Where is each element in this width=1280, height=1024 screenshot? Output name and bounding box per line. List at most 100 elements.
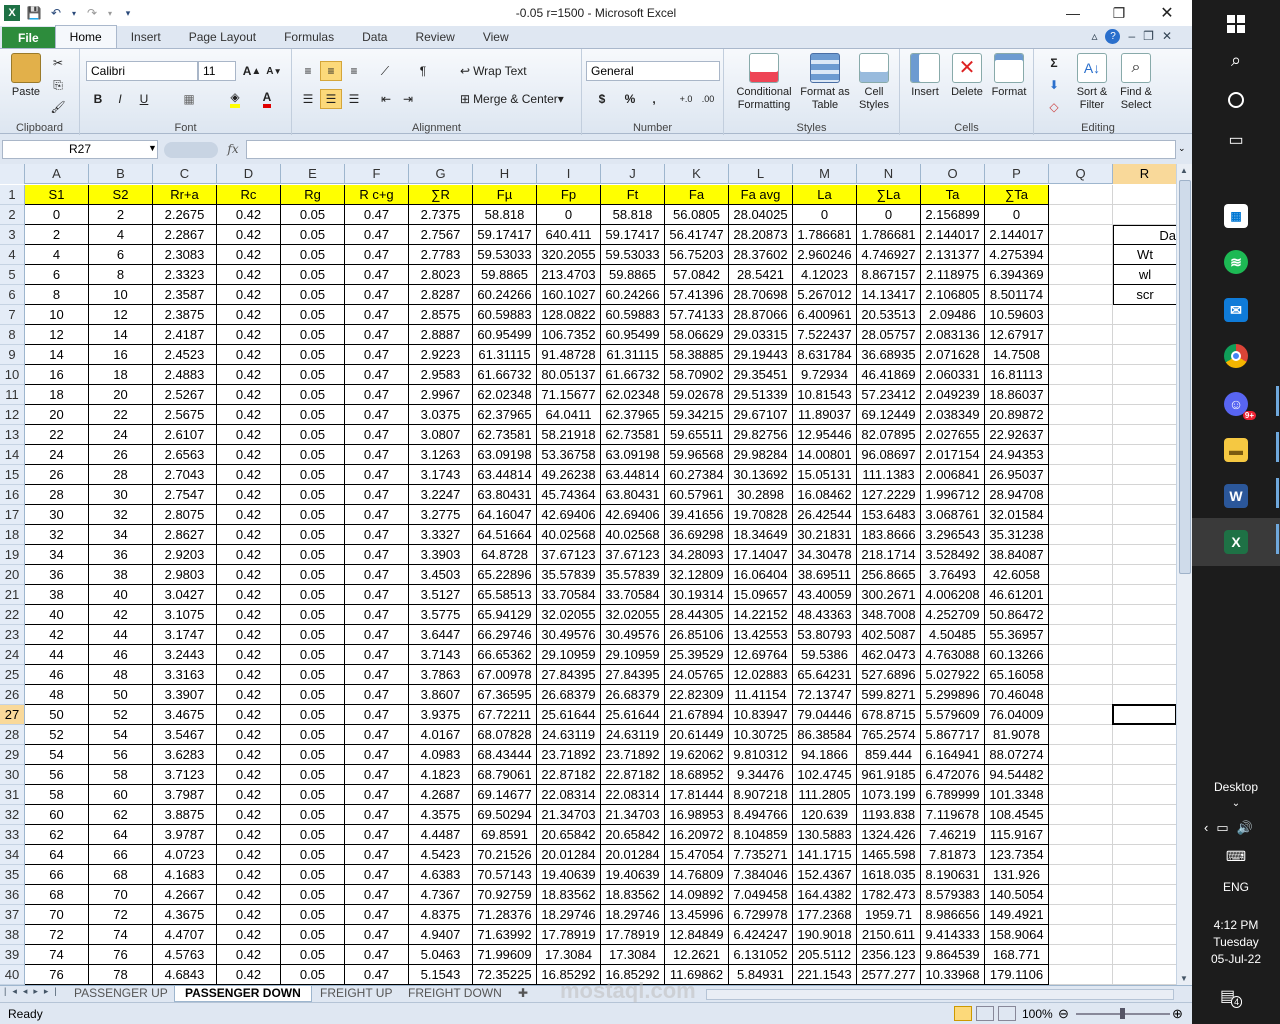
cell-i19[interactable]: 37.67123: [537, 545, 601, 565]
cell-p3[interactable]: 2.144017: [985, 225, 1049, 245]
cell-o37[interactable]: 8.986656: [921, 905, 985, 925]
cell-o12[interactable]: 2.038349: [921, 405, 985, 425]
column-header-l[interactable]: L: [729, 164, 793, 184]
cell-n31[interactable]: 1073.199: [857, 785, 921, 805]
cell-a10[interactable]: 16: [25, 365, 89, 385]
copy-icon[interactable]: ⎘: [48, 75, 68, 95]
cell-q38[interactable]: [1049, 925, 1113, 945]
cell-m36[interactable]: 164.4382: [793, 885, 857, 905]
cell-n9[interactable]: 36.68935: [857, 345, 921, 365]
cell-j12[interactable]: 62.37965: [601, 405, 665, 425]
cell-b29[interactable]: 56: [89, 745, 153, 765]
cell-g32[interactable]: 4.3575: [409, 805, 473, 825]
workbook-restore-icon[interactable]: ❐: [1143, 29, 1154, 44]
cell-i39[interactable]: 17.3084: [537, 945, 601, 965]
cell-h35[interactable]: 70.57143: [473, 865, 537, 885]
cell-d10[interactable]: 0.42: [217, 365, 281, 385]
cell-i27[interactable]: 25.61644: [537, 705, 601, 725]
tab-file[interactable]: File: [2, 27, 55, 48]
cell-f29[interactable]: 0.47: [345, 745, 409, 765]
cell-b32[interactable]: 62: [89, 805, 153, 825]
cell-p15[interactable]: 26.95037: [985, 465, 1049, 485]
cell-n27[interactable]: 678.8715: [857, 705, 921, 725]
grow-font-icon[interactable]: A ▲: [242, 61, 262, 81]
cell-j6[interactable]: 60.24266: [601, 285, 665, 305]
cell-r29[interactable]: [1113, 745, 1176, 765]
cell-n14[interactable]: 96.08697: [857, 445, 921, 465]
cell-e15[interactable]: 0.05: [281, 465, 345, 485]
name-box-dropdown-icon[interactable]: ▼: [148, 143, 157, 153]
cell-m35[interactable]: 152.4367: [793, 865, 857, 885]
cell-e38[interactable]: 0.05: [281, 925, 345, 945]
cell-i4[interactable]: 320.2055: [537, 245, 601, 265]
page-layout-view-icon[interactable]: [976, 1006, 994, 1021]
row-header[interactable]: 13: [0, 425, 25, 445]
redo-dropdown-icon[interactable]: ▾: [106, 5, 114, 21]
row-header[interactable]: 39: [0, 945, 25, 965]
cell-h24[interactable]: 66.65362: [473, 645, 537, 665]
cell-n11[interactable]: 57.23412: [857, 385, 921, 405]
cell-e4[interactable]: 0.05: [281, 245, 345, 265]
cell-i35[interactable]: 19.40639: [537, 865, 601, 885]
cell-r39[interactable]: [1113, 945, 1176, 965]
cell-a9[interactable]: 14: [25, 345, 89, 365]
cell-c5[interactable]: 2.3323: [153, 265, 217, 285]
row-header[interactable]: 14: [0, 445, 25, 465]
cell-o25[interactable]: 5.027922: [921, 665, 985, 685]
row-header[interactable]: 30: [0, 765, 25, 785]
cell-d19[interactable]: 0.42: [217, 545, 281, 565]
cell-p38[interactable]: 158.9064: [985, 925, 1049, 945]
cell-j17[interactable]: 42.69406: [601, 505, 665, 525]
cell-a29[interactable]: 54: [25, 745, 89, 765]
cell-d11[interactable]: 0.42: [217, 385, 281, 405]
cell-b38[interactable]: 74: [89, 925, 153, 945]
cell-d17[interactable]: 0.42: [217, 505, 281, 525]
cell-b26[interactable]: 50: [89, 685, 153, 705]
cell-a39[interactable]: 74: [25, 945, 89, 965]
cell-b20[interactable]: 38: [89, 565, 153, 585]
cell-r9[interactable]: [1113, 345, 1176, 365]
cell-a11[interactable]: 18: [25, 385, 89, 405]
cell-h7[interactable]: 60.59883: [473, 305, 537, 325]
cell-f38[interactable]: 0.47: [345, 925, 409, 945]
row-header[interactable]: 15: [0, 465, 25, 485]
cell-m19[interactable]: 34.30478: [793, 545, 857, 565]
row-header[interactable]: 40: [0, 965, 25, 985]
cell-b23[interactable]: 44: [89, 625, 153, 645]
cell-n17[interactable]: 153.6483: [857, 505, 921, 525]
cell-g12[interactable]: 3.0375: [409, 405, 473, 425]
cell-d6[interactable]: 0.42: [217, 285, 281, 305]
cell-e10[interactable]: 0.05: [281, 365, 345, 385]
cell-d32[interactable]: 0.42: [217, 805, 281, 825]
cell-f20[interactable]: 0.47: [345, 565, 409, 585]
row-header[interactable]: 26: [0, 685, 25, 705]
decrease-decimal-icon[interactable]: .00: [698, 89, 718, 109]
cell-k23[interactable]: 26.85106: [665, 625, 729, 645]
cell-o22[interactable]: 4.252709: [921, 605, 985, 625]
cell-b25[interactable]: 48: [89, 665, 153, 685]
cell-g27[interactable]: 3.9375: [409, 705, 473, 725]
cell-p31[interactable]: 101.3348: [985, 785, 1049, 805]
cell-n5[interactable]: 8.867157: [857, 265, 921, 285]
cell-i30[interactable]: 22.87182: [537, 765, 601, 785]
cell-m29[interactable]: 94.1866: [793, 745, 857, 765]
cell-o19[interactable]: 3.528492: [921, 545, 985, 565]
row-header[interactable]: 7: [0, 305, 25, 325]
cell-n7[interactable]: 20.53513: [857, 305, 921, 325]
cell-m7[interactable]: 6.400961: [793, 305, 857, 325]
cell-f21[interactable]: 0.47: [345, 585, 409, 605]
cell-n21[interactable]: 300.2671: [857, 585, 921, 605]
cell-f8[interactable]: 0.47: [345, 325, 409, 345]
desktop-chevron-icon[interactable]: ⌄: [1192, 798, 1280, 809]
cell-a37[interactable]: 70: [25, 905, 89, 925]
cell-f15[interactable]: 0.47: [345, 465, 409, 485]
cell-g40[interactable]: 5.1543: [409, 965, 473, 985]
cell-c29[interactable]: 3.6283: [153, 745, 217, 765]
cell-g34[interactable]: 4.5423: [409, 845, 473, 865]
cell-d40[interactable]: 0.42: [217, 965, 281, 985]
cell-b7[interactable]: 12: [89, 305, 153, 325]
row-header[interactable]: 20: [0, 565, 25, 585]
cell-c1[interactable]: Rr+a: [153, 185, 217, 205]
cell-l30[interactable]: 9.34476: [729, 765, 793, 785]
cell-n36[interactable]: 1782.473: [857, 885, 921, 905]
